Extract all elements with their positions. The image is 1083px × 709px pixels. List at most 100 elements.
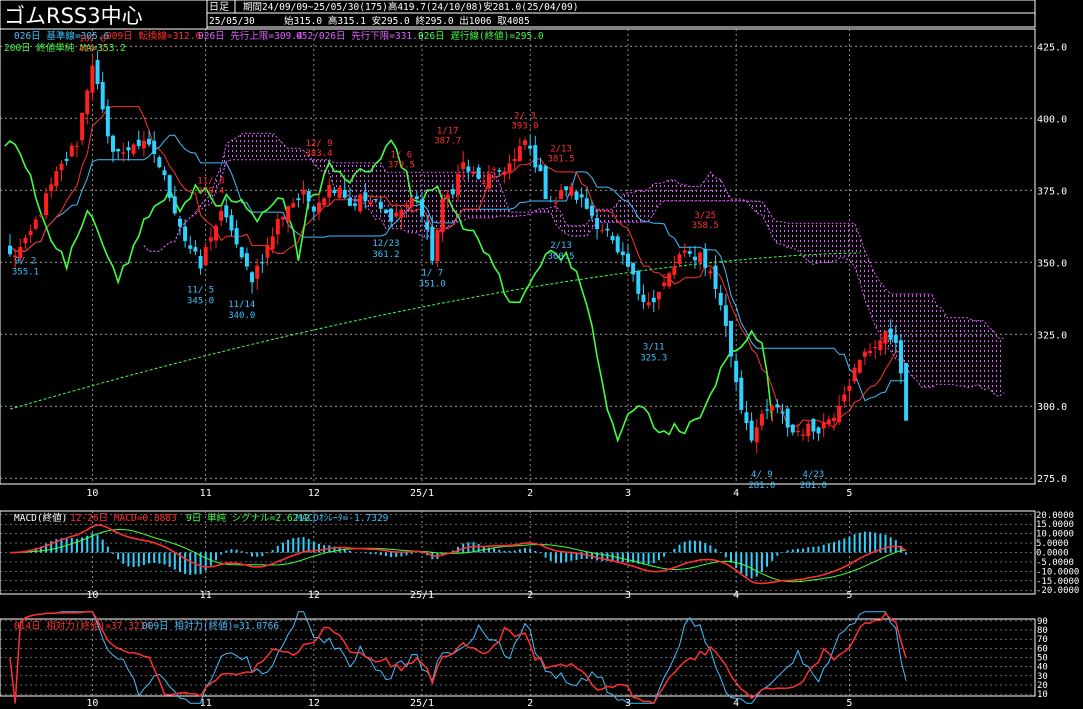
candle: [672, 255, 677, 280]
candle-body: [95, 60, 100, 84]
annotation-date: 10/ 8: [79, 35, 106, 45]
candle-body: [579, 194, 584, 198]
candle-body: [481, 182, 486, 184]
candle: [208, 228, 213, 251]
candle: [754, 419, 759, 454]
month-tick-label: 3: [625, 590, 631, 601]
candle-body: [486, 173, 491, 189]
candle: [806, 421, 811, 443]
macd-legend-item: MACDｵｼﾚｰﾀ=-1.7329: [296, 513, 389, 524]
candle: [744, 401, 749, 431]
candle-body: [626, 253, 630, 267]
candle-body: [317, 202, 321, 213]
candle-body: [471, 171, 476, 174]
candle: [116, 148, 121, 159]
annotation-date: 11/ 5: [187, 286, 214, 296]
candle-body: [893, 335, 898, 343]
candle-body: [553, 202, 558, 204]
candle: [636, 269, 641, 301]
candle: [255, 259, 260, 291]
candle-body: [162, 170, 167, 176]
candle-body: [739, 377, 744, 410]
candle-body: [177, 218, 182, 227]
candle-body: [878, 340, 883, 351]
candle-body: [74, 145, 79, 147]
candle-body: [765, 409, 770, 411]
candle-body: [862, 351, 867, 357]
candle: [692, 245, 697, 269]
candle: [579, 187, 584, 208]
candle: [826, 415, 831, 429]
candle: [131, 143, 136, 157]
candle-body: [677, 254, 682, 264]
annotation-date: 2/ 3: [514, 111, 536, 121]
annotation-date: 3/11: [643, 342, 665, 352]
month-tick-label: 5: [846, 698, 852, 709]
candle: [100, 71, 105, 113]
price-tick-label: 425.0: [1037, 42, 1067, 53]
candle-body: [631, 263, 636, 275]
legend-item: 200日 終値単純 MA=353.2: [4, 42, 126, 54]
month-tick-label: 4: [733, 698, 739, 709]
candle-body: [559, 190, 564, 200]
candle-body: [898, 340, 903, 374]
candle: [564, 186, 569, 198]
candle-body: [347, 197, 352, 206]
candle: [33, 216, 38, 231]
month-tick-label: 25/1: [410, 488, 434, 499]
candle-body: [167, 175, 172, 198]
candle: [538, 157, 543, 172]
candle: [626, 243, 630, 269]
candle-body: [229, 215, 234, 231]
candle-body: [790, 424, 795, 433]
candle: [703, 243, 708, 277]
candle-body: [610, 235, 615, 241]
candle-body: [414, 196, 419, 200]
candle-body: [461, 162, 466, 170]
candle-body: [157, 157, 162, 168]
candle-body: [466, 166, 471, 172]
indicator-legend-row2: 200日 終値単純 MA=353.2: [4, 42, 126, 54]
candle-body: [842, 394, 847, 402]
annotation-date: 12/ 9: [305, 139, 332, 149]
candle: [198, 249, 203, 275]
candle-body: [868, 350, 873, 354]
candle: [203, 242, 208, 266]
price-panel: [0, 28, 1036, 485]
candle: [517, 137, 522, 163]
candle-body: [28, 230, 33, 236]
candle: [188, 236, 193, 254]
candle-body: [682, 250, 687, 253]
candle: [59, 160, 64, 181]
candle-body: [749, 420, 754, 441]
candle: [523, 137, 527, 151]
candle: [301, 180, 306, 204]
candle-body: [342, 190, 347, 198]
candle: [708, 267, 713, 280]
candle: [23, 234, 28, 250]
candle: [260, 254, 265, 273]
candle: [543, 164, 548, 200]
candle: [507, 154, 512, 180]
candle-body: [327, 184, 332, 198]
annotation-date: 9/ 2: [15, 257, 37, 267]
candle: [682, 243, 687, 258]
candle-body: [208, 237, 213, 242]
annotation-date: 1/ 7: [421, 268, 443, 278]
candle: [141, 131, 146, 158]
candle-body: [353, 203, 358, 206]
candle: [512, 148, 517, 170]
candle: [90, 54, 95, 102]
legend-item: 026日 遅行線(終値)=295.0: [418, 30, 544, 42]
annotation-price: 387.7: [434, 137, 461, 147]
candle: [790, 423, 795, 436]
ohlc-info: 始315.0 高315.1 安295.0 終295.0 出1006 取4085: [284, 15, 530, 27]
candle: [105, 99, 110, 144]
month-tick-label: 12: [308, 698, 320, 709]
candle-body: [811, 418, 816, 432]
candle-body: [430, 226, 435, 261]
candle-body: [425, 221, 430, 230]
candle-body: [615, 236, 620, 253]
candle-body: [64, 158, 69, 161]
candle: [54, 166, 59, 192]
